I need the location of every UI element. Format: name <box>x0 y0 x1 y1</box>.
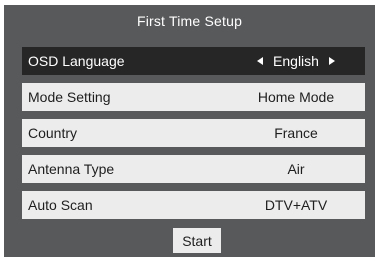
menu-row-country[interactable]: Country France <box>22 119 365 147</box>
arrow-right-icon[interactable] <box>328 57 335 65</box>
start-button[interactable]: Start <box>173 228 221 253</box>
menu-row-osd-language[interactable]: OSD Language English <box>22 47 365 75</box>
osd-language-label: OSD Language <box>28 53 125 69</box>
osd-language-value: English <box>273 53 319 69</box>
menu-row-antenna-type[interactable]: Antenna Type Air <box>22 155 365 183</box>
mode-setting-label: Mode Setting <box>28 89 111 105</box>
menu-row-auto-scan[interactable]: Auto Scan DTV+ATV <box>22 191 365 219</box>
setup-dialog: First Time Setup OSD Language English Mo… <box>4 5 375 257</box>
auto-scan-label: Auto Scan <box>28 197 93 213</box>
antenna-type-label: Antenna Type <box>28 161 115 177</box>
menu-row-mode-setting[interactable]: Mode Setting Home Mode <box>22 83 365 111</box>
country-value: France <box>274 125 318 141</box>
osd-language-selector[interactable]: English <box>227 53 365 69</box>
country-label: Country <box>28 125 78 141</box>
auto-scan-value: DTV+ATV <box>264 197 328 213</box>
mode-setting-value: Home Mode <box>257 89 335 105</box>
antenna-type-value: Air <box>287 161 305 177</box>
arrow-left-icon[interactable] <box>257 57 264 65</box>
dialog-title: First Time Setup <box>136 13 243 29</box>
